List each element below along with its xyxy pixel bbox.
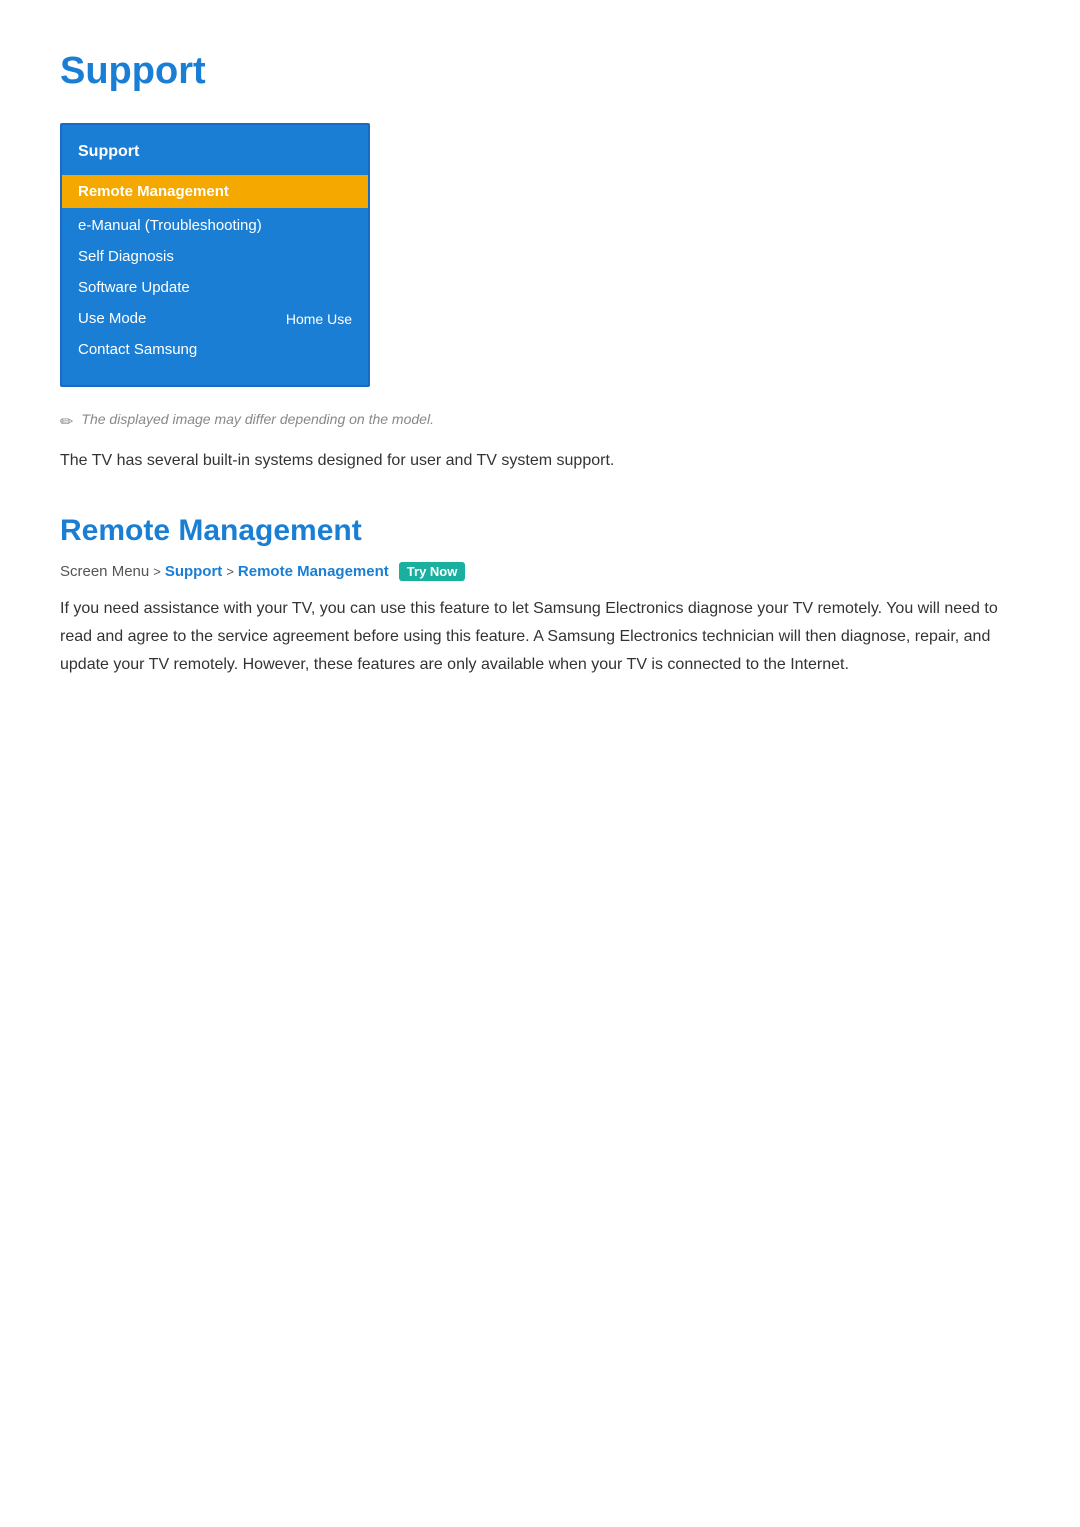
menu-item-emanual[interactable]: e-Manual (Troubleshooting): [62, 210, 368, 241]
breadcrumb-support[interactable]: Support: [165, 563, 223, 580]
note-text: The displayed image may differ depending…: [81, 411, 434, 427]
menu-item-software-update-label: Software Update: [78, 279, 190, 296]
support-menu-box: Support Remote Management e-Manual (Trou…: [60, 123, 370, 387]
menu-item-use-mode-value: Home Use: [286, 311, 352, 327]
menu-header: Support: [62, 135, 368, 171]
section-body: If you need assistance with your TV, you…: [60, 595, 1020, 679]
page-title: Support: [60, 50, 1020, 93]
menu-item-use-mode-label: Use Mode: [78, 310, 146, 327]
section-title: Remote Management: [60, 514, 1020, 548]
menu-item-software-update[interactable]: Software Update: [62, 272, 368, 303]
menu-item-contact-samsung[interactable]: Contact Samsung: [62, 334, 368, 365]
breadcrumb-remote-management[interactable]: Remote Management: [238, 563, 389, 580]
menu-item-emanual-label: e-Manual (Troubleshooting): [78, 217, 262, 234]
breadcrumb-sep-2: >: [226, 564, 234, 579]
note-row: ✏ The displayed image may differ dependi…: [60, 411, 1020, 432]
menu-item-contact-samsung-label: Contact Samsung: [78, 341, 197, 358]
menu-item-self-diagnosis-label: Self Diagnosis: [78, 248, 174, 265]
try-now-badge[interactable]: Try Now: [399, 562, 466, 581]
description-text: The TV has several built-in systems desi…: [60, 448, 1020, 474]
pencil-icon: ✏: [60, 412, 73, 432]
breadcrumb-screen-menu: Screen Menu: [60, 563, 149, 580]
breadcrumb: Screen Menu > Support > Remote Managemen…: [60, 562, 1020, 581]
menu-item-self-diagnosis[interactable]: Self Diagnosis: [62, 241, 368, 272]
breadcrumb-sep-1: >: [153, 564, 161, 579]
menu-item-remote-management[interactable]: Remote Management: [62, 175, 368, 208]
menu-item-use-mode[interactable]: Use Mode Home Use: [62, 303, 368, 334]
